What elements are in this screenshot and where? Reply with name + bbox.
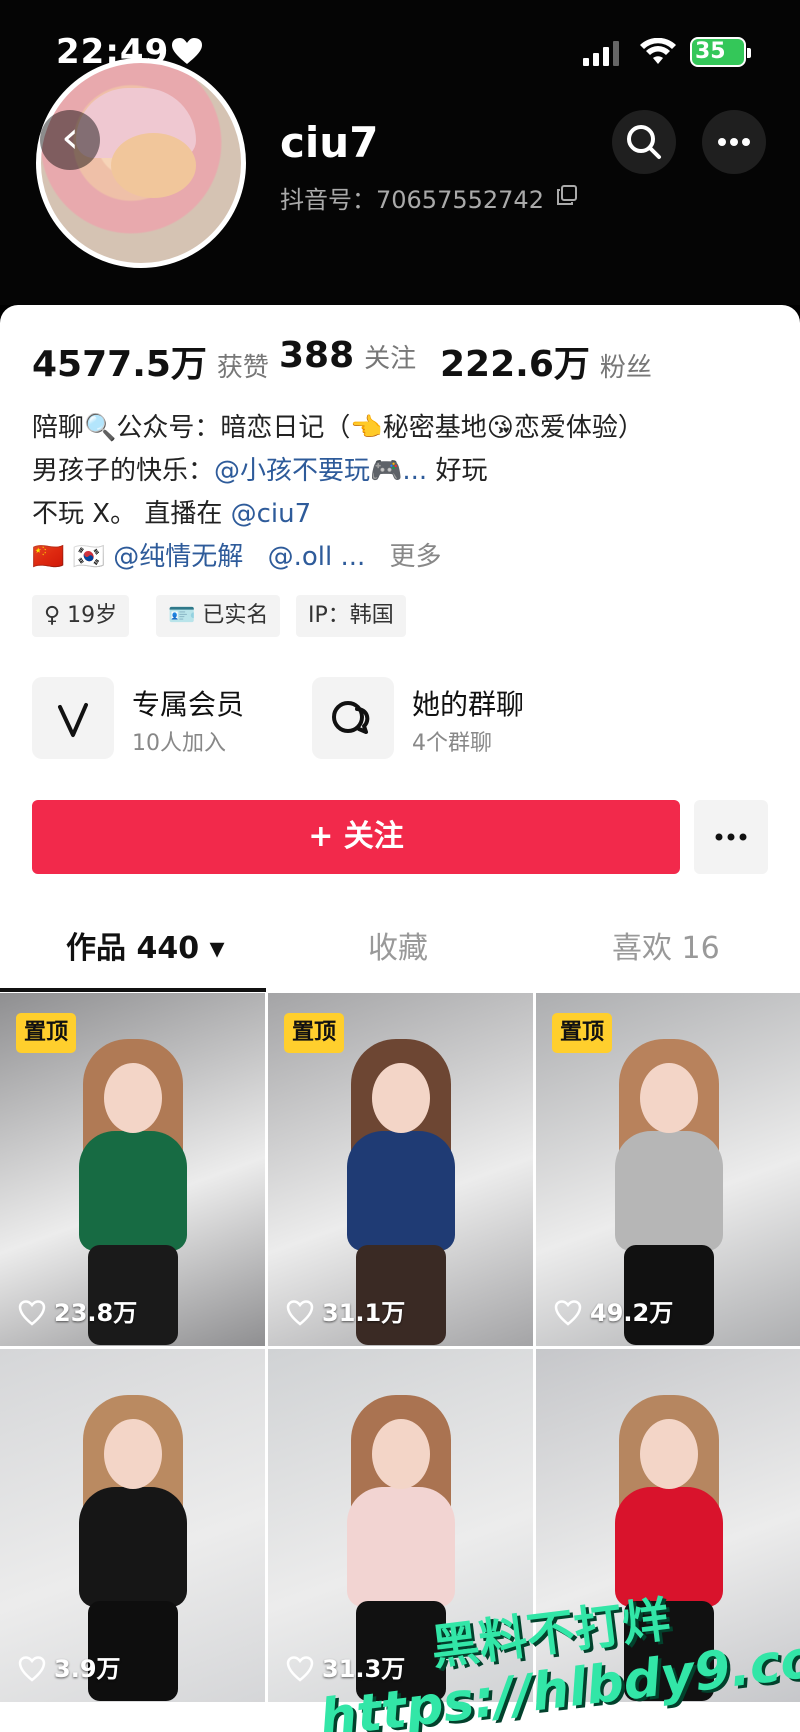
heart-outline-icon [286, 1300, 314, 1326]
video-likes-count: 31.1万 [322, 1299, 406, 1327]
group-chat-subtitle: 4个群聊 [412, 731, 492, 756]
profile-card: 4577.5万 获赞 388 关注 222.6万 粉丝 陪聊🔍公众号：暗恋日记（👈秘密… [0, 305, 800, 1732]
heart-status-icon [172, 38, 202, 64]
tab-likes[interactable]: 喜欢 16 [612, 923, 720, 967]
stat-following[interactable]: 388 关注 [279, 335, 416, 376]
bio-line-1: 陪聊🔍公众号：暗恋日记（👈秘密基地😘恋爱体验） [32, 413, 644, 443]
live-link[interactable]: @ciu7 [231, 499, 312, 529]
bio-line-2: 男孩子的快乐：@小孩不要玩🎮... 好玩 [32, 450, 772, 493]
heart-outline-icon [18, 1656, 46, 1682]
profile-header: 22:49 35 ‹ ciu7 抖音号：70657552742 [0, 0, 800, 305]
pinned-badge: 置顶 [16, 1013, 77, 1053]
age-tag: ♀ 19岁 [32, 595, 130, 637]
pinned-badge: 置顶 [552, 1013, 613, 1053]
video-likes: 31.3万 [286, 1649, 405, 1684]
video-likes-count: 31.3万 [322, 1655, 406, 1683]
video-likes-count: 3.9万 [54, 1655, 121, 1683]
stat-following-value: 388 [279, 335, 355, 376]
head-shape [639, 1419, 698, 1489]
more-icon [715, 833, 747, 841]
chat-icon [312, 677, 394, 759]
bio-text: 好玩 [427, 456, 488, 486]
torso-shape [614, 1487, 723, 1607]
video-likes: 31.1万 [286, 1293, 405, 1328]
douyin-id: 抖音号：70657552742 [280, 186, 544, 214]
verified-tag: 🪪 已实名 [156, 595, 281, 637]
battery-level: 35 [695, 39, 726, 64]
video-tile[interactable]: 置顶 31.1万 [268, 993, 533, 1346]
stat-fans-value: 222.6万 [440, 344, 590, 385]
head-shape [371, 1419, 430, 1489]
member-subtitle: 10人加入 [132, 731, 226, 756]
copy-icon[interactable] [556, 184, 578, 206]
tab-indicator [0, 988, 266, 992]
tab-works[interactable]: 作品 440 ▾ [66, 923, 225, 967]
torso-shape [78, 1131, 187, 1251]
heart-outline-icon [18, 1300, 46, 1326]
profile-username: ciu7 [280, 118, 379, 167]
search-button[interactable] [612, 110, 676, 174]
video-likes: 3.9万 [18, 1649, 121, 1684]
head-shape [371, 1063, 430, 1133]
video-tile[interactable] [536, 1349, 800, 1702]
stat-likes-value: 4577.5万 [32, 344, 207, 385]
bio: 陪聊🔍公众号：暗恋日记（👈秘密基地😘恋爱体验） 男孩子的快乐：@小孩不要玩🎮..… [32, 407, 772, 579]
mention-link[interactable]: @.oll ... [268, 542, 366, 572]
mention-link[interactable]: @纯情无解 [113, 542, 243, 572]
video-likes-count: 23.8万 [54, 1299, 138, 1327]
stat-likes-label: 获赞 [216, 353, 269, 383]
video-likes: 49.2万 [554, 1293, 673, 1328]
mention-link[interactable]: @小孩不要玩🎮... [214, 456, 427, 486]
back-button[interactable]: ‹ [40, 110, 100, 170]
search-icon [627, 125, 661, 159]
person-figure [584, 1377, 754, 1701]
head-shape [103, 1063, 162, 1133]
flag-emojis: 🇨🇳 🇰🇷 [32, 542, 114, 572]
heart-outline-icon [286, 1656, 314, 1682]
stat-fans[interactable]: 222.6万 粉丝 [440, 335, 652, 387]
video-tile[interactable]: 3.9万 [0, 1349, 265, 1702]
head-shape [639, 1063, 698, 1133]
battery-icon: 35 [690, 37, 751, 67]
video-tile[interactable]: 置顶 23.8万 [0, 993, 265, 1346]
signal-icon [583, 41, 619, 66]
bio-line-4: 🇨🇳 🇰🇷 @纯情无解 @.oll ... 更多 [32, 536, 772, 579]
more-link[interactable]: 更多 [390, 542, 442, 572]
stat-following-label: 关注 [364, 344, 417, 374]
follow-more-button[interactable] [694, 800, 768, 874]
video-likes: 23.8万 [18, 1293, 137, 1328]
member-title: 专属会员 [132, 688, 245, 721]
heart-outline-icon [554, 1300, 582, 1326]
group-chat-entry[interactable]: 她的群聊 4个群聊 [312, 677, 552, 759]
head-shape [103, 1419, 162, 1489]
bio-line-3: 不玩 X。 直播在 @ciu7 [32, 493, 772, 536]
torso-shape [614, 1131, 723, 1251]
more-icon [718, 138, 750, 146]
bio-text: 男孩子的快乐： [32, 456, 215, 486]
stat-fans-label: 粉丝 [599, 353, 652, 383]
chevron-left-icon: ‹ [61, 112, 79, 163]
video-likes-count: 49.2万 [590, 1299, 674, 1327]
bio-text: 不玩 X。 直播在 [32, 499, 231, 529]
group-chat-title: 她的群聊 [412, 688, 525, 721]
follow-button[interactable]: + 关注 [32, 800, 680, 874]
torso-shape [346, 1131, 455, 1251]
legs-shape [623, 1601, 714, 1701]
torso-shape [346, 1487, 455, 1607]
video-tile[interactable]: 31.3万 [268, 1349, 533, 1702]
profile-tabs: 作品 440 ▾ 收藏 喜欢 16 [0, 905, 800, 993]
wifi-icon [640, 38, 676, 64]
member-entry[interactable]: 专属会员 10人加入 [32, 677, 272, 759]
more-button[interactable] [702, 110, 766, 174]
tab-favorites[interactable]: 收藏 [368, 923, 428, 967]
stat-likes[interactable]: 4577.5万 获赞 [32, 335, 269, 387]
video-tile[interactable]: 置顶 49.2万 [536, 993, 800, 1346]
torso-shape [78, 1487, 187, 1607]
pinned-badge: 置顶 [284, 1013, 345, 1053]
v-icon [32, 677, 114, 759]
ip-tag: IP：韩国 [296, 595, 406, 637]
